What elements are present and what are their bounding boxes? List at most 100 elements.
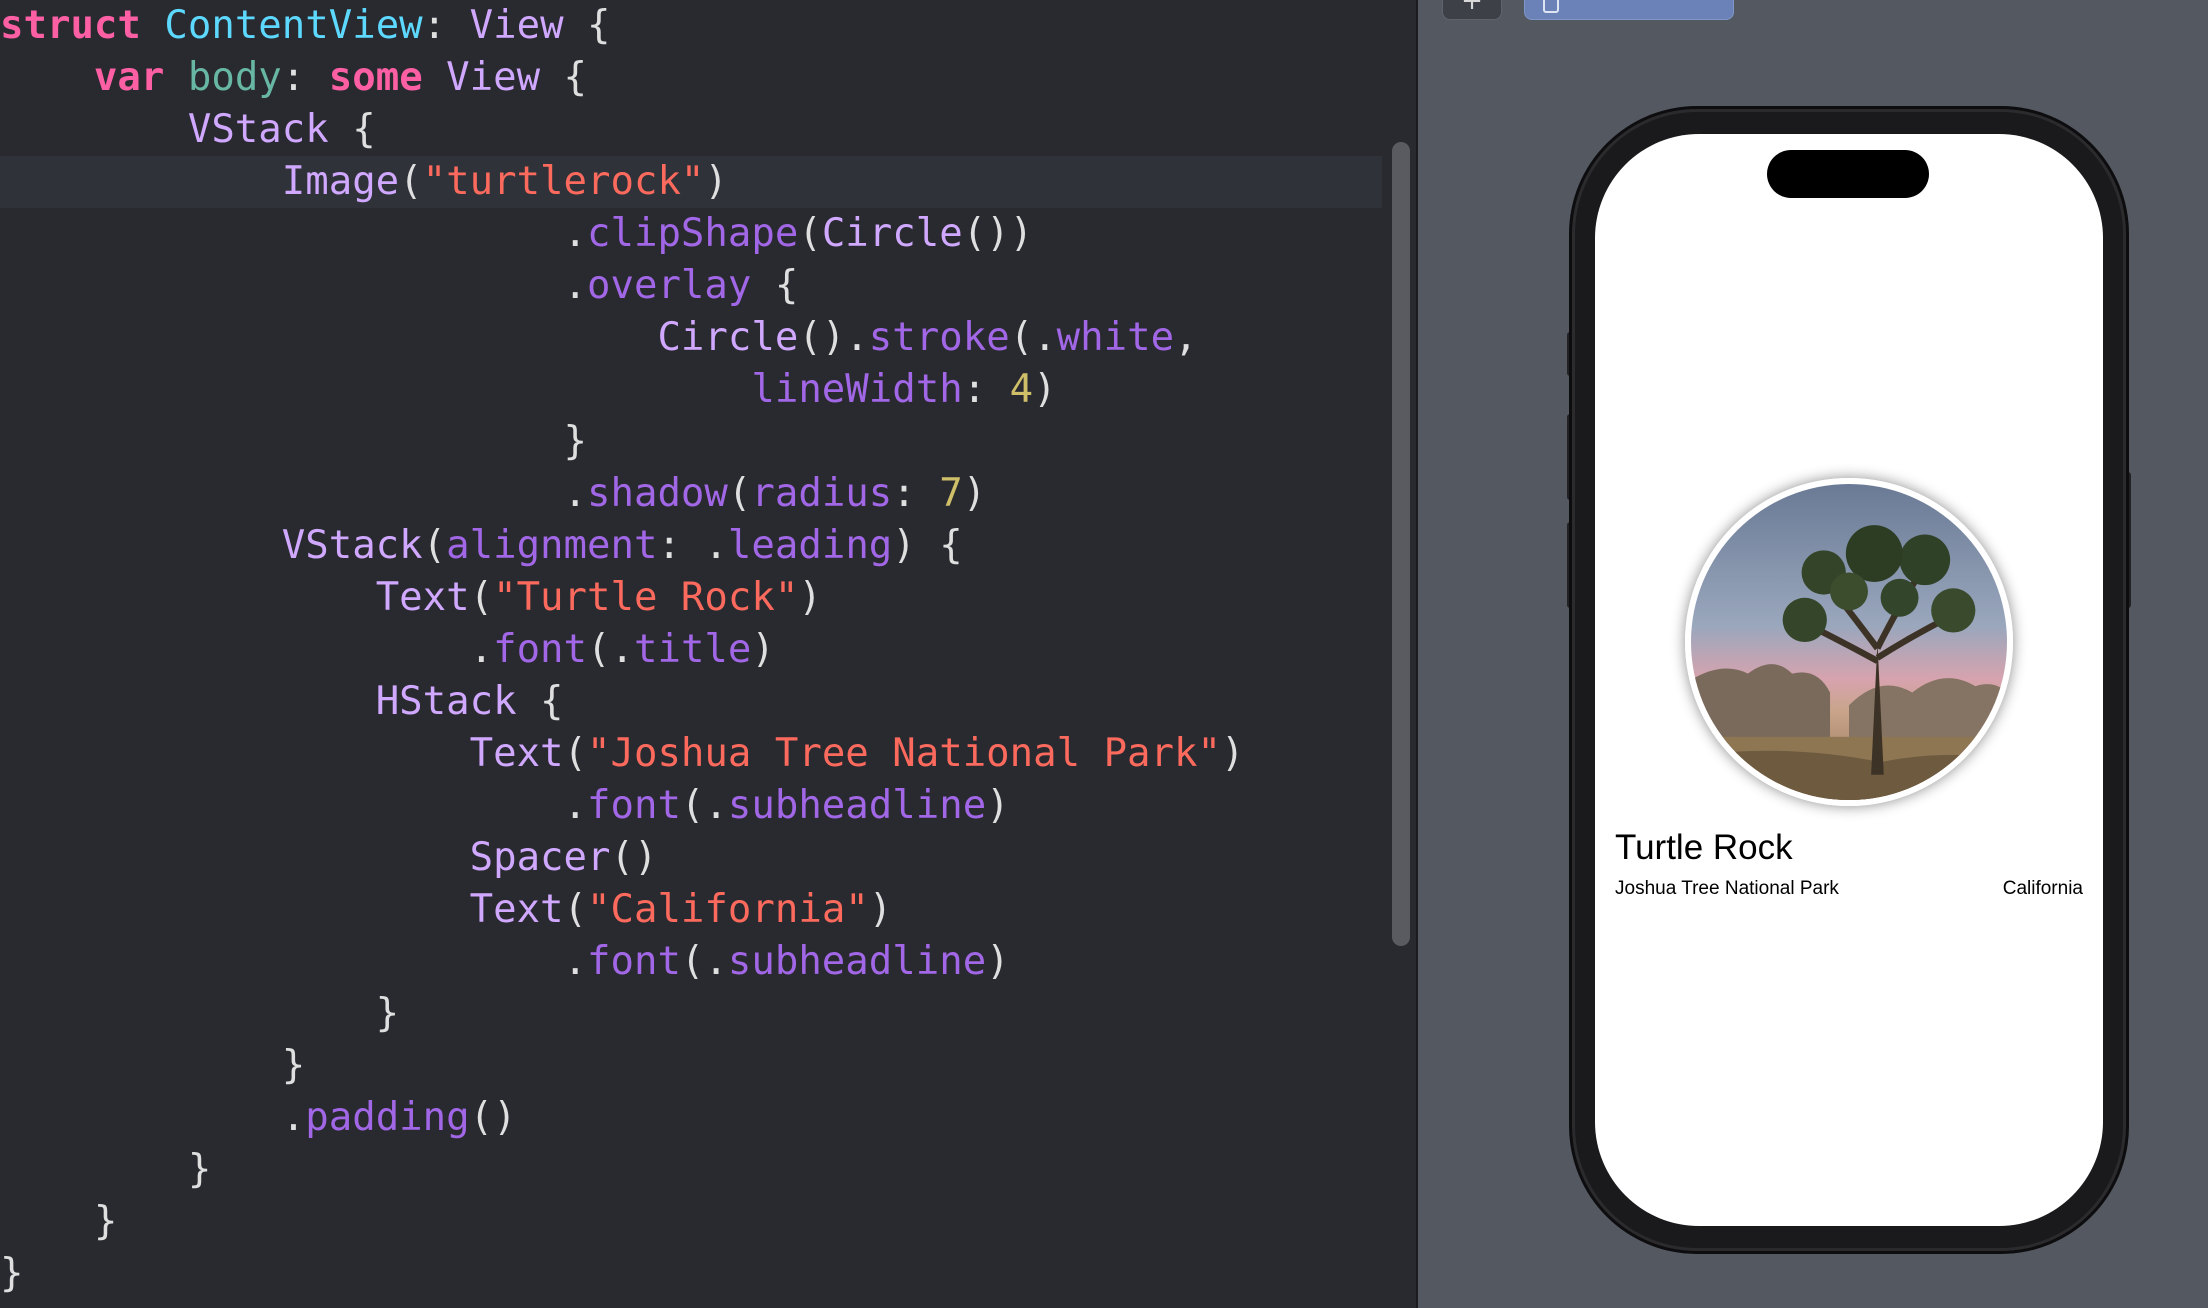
code-token: 4 <box>1009 367 1034 412</box>
preview-tab-content-view[interactable] <box>1524 0 1734 20</box>
code-token: ) <box>798 575 822 620</box>
editor-scrollbar-thumb[interactable] <box>1392 142 1410 946</box>
code-token: . <box>0 783 587 828</box>
code-token: } <box>0 1199 118 1244</box>
code-token: stroke <box>868 315 1010 360</box>
code-line[interactable]: } <box>0 1040 1382 1092</box>
code-token: ( <box>469 575 494 620</box>
code-token: . <box>0 471 587 516</box>
code-line[interactable]: Text("California") <box>0 884 1382 936</box>
code-token: . <box>0 211 587 256</box>
code-token: 7 <box>939 471 963 516</box>
code-token: ) <box>751 627 775 672</box>
code-line[interactable]: } <box>0 1196 1382 1248</box>
code-token: VStack <box>187 107 329 152</box>
joshua-tree-photo <box>1691 484 2007 800</box>
phone-screen[interactable]: Turtle Rock Joshua Tree National Park Ca… <box>1595 134 2103 1226</box>
code-line[interactable]: } <box>0 416 1382 468</box>
code-line[interactable]: Spacer() <box>0 832 1382 884</box>
code-token: Image <box>281 159 400 204</box>
code-token: () <box>469 1095 517 1140</box>
code-token: , <box>1174 315 1198 360</box>
code-token: HStack <box>375 679 517 724</box>
code-token: { <box>751 263 799 308</box>
code-line[interactable]: .padding() <box>0 1092 1382 1144</box>
code-token: } <box>0 1147 212 1192</box>
code-token: font <box>587 939 681 984</box>
code-token: ) <box>986 939 1010 984</box>
code-token: Circle <box>657 315 799 360</box>
code-line[interactable]: VStack { <box>0 104 1382 156</box>
code-line[interactable]: .font(.title) <box>0 624 1382 676</box>
code-line[interactable]: struct ContentView: View { <box>0 0 1382 52</box>
code-editor[interactable]: struct ContentView: View { var body: som… <box>0 0 1382 1308</box>
code-token: { <box>563 3 611 48</box>
code-token: } <box>0 1251 24 1296</box>
code-line[interactable]: .font(.subheadline) <box>0 780 1382 832</box>
code-token: { <box>516 679 564 724</box>
code-token: ) <box>962 471 987 516</box>
code-token: () <box>610 835 658 880</box>
code-token: radius <box>751 471 893 516</box>
code-lines[interactable]: struct ContentView: View { var body: som… <box>0 0 1382 1300</box>
code-line[interactable]: .clipShape(Circle()) <box>0 208 1382 260</box>
code-token: . <box>0 627 494 672</box>
code-token: } <box>0 991 400 1036</box>
code-token: title <box>633 627 752 672</box>
code-token: lineWidth <box>751 367 963 412</box>
code-line[interactable]: } <box>0 988 1382 1040</box>
code-line[interactable]: var body: some View { <box>0 52 1382 104</box>
code-token: font <box>587 783 681 828</box>
code-token: ) <box>868 887 893 932</box>
code-token: (. <box>680 783 728 828</box>
code-token: Text <box>469 887 564 932</box>
code-token: ()) <box>962 211 1034 256</box>
code-token: ) <box>1033 367 1057 412</box>
code-token: ) <box>986 783 1010 828</box>
code-line[interactable]: VStack(alignment: .leading) { <box>0 520 1382 572</box>
pin-preview-button[interactable]: + <box>1442 0 1502 20</box>
code-line[interactable]: Text("Turtle Rock") <box>0 572 1382 624</box>
code-token: "California" <box>587 887 869 932</box>
code-line[interactable]: Circle().stroke(.white, <box>0 312 1382 364</box>
code-line[interactable]: .font(.subheadline) <box>0 936 1382 988</box>
code-line[interactable]: } <box>0 1144 1382 1196</box>
code-token: ( <box>798 211 822 256</box>
code-token: struct <box>0 3 141 48</box>
code-token: font <box>493 627 588 672</box>
code-token: (). <box>798 315 869 360</box>
code-token: var <box>93 55 165 100</box>
code-token: ( <box>422 523 447 568</box>
code-token: . <box>0 939 587 984</box>
park-text: Joshua Tree National Park <box>1615 878 1839 899</box>
code-line[interactable]: lineWidth: 4) <box>0 364 1382 416</box>
code-token: View <box>446 55 541 100</box>
code-line[interactable]: .shadow(radius: 7) <box>0 468 1382 520</box>
code-token: (. <box>680 939 728 984</box>
phone-power-button <box>2123 472 2131 608</box>
code-token: Circle <box>821 211 963 256</box>
code-token: shadow <box>587 471 728 516</box>
code-line[interactable]: Image("turtlerock") <box>0 156 1382 208</box>
phone-volume-up-button <box>1567 414 1575 500</box>
code-token: "Joshua Tree National Park" <box>587 731 1221 776</box>
code-token: { <box>540 55 588 100</box>
code-line[interactable]: .overlay { <box>0 260 1382 312</box>
code-token: : <box>962 367 1010 412</box>
preview-canvas[interactable]: + Turtle Rock Joshua Tree National Park … <box>1418 0 2208 1308</box>
code-token: : <box>281 55 329 100</box>
code-token: padding <box>305 1095 470 1140</box>
code-line[interactable]: HStack { <box>0 676 1382 728</box>
state-text: California <box>2002 878 2083 899</box>
code-line[interactable]: } <box>0 1248 1382 1300</box>
code-token: : . <box>657 523 728 568</box>
code-token: (. <box>1009 315 1057 360</box>
code-line[interactable]: Text("Joshua Tree National Park") <box>0 728 1382 780</box>
turtlerock-image <box>1685 478 2013 806</box>
